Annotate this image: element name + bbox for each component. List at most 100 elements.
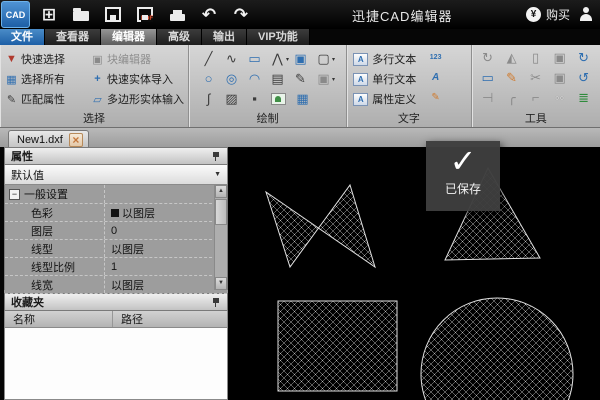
app-logo-icon[interactable]: CAD [1,1,30,28]
menu-tab-file[interactable]: 文件 [0,29,45,45]
group-label-text: 文字 [347,110,470,126]
print-button[interactable] [164,2,190,27]
collapse-icon[interactable]: − [9,189,20,200]
layers-icon[interactable]: ≣ [572,89,596,109]
close-tab-icon[interactable]: × [69,133,83,147]
property-row-layer[interactable]: 图层 0 [5,222,227,240]
document-tab[interactable]: New1.dxf × [8,130,89,148]
fillet-icon[interactable]: ╭ [500,89,524,109]
quick-entity-import-button[interactable]: +快速实体导入 [90,69,190,89]
drawing-canvas[interactable] [228,147,600,400]
singleline-text-icon: A [353,73,368,86]
insert-block-icon[interactable]: ▣ [289,50,312,68]
rectangle-icon[interactable]: ▭ [243,50,266,68]
pdf-tag: PDF [141,16,153,22]
property-row-linetype-scale[interactable]: 线型比例 1 [5,258,227,276]
multiline-text-button[interactable]: A多行文本 [353,49,470,69]
scroll-up-icon[interactable]: ▲ [215,185,227,198]
redo-button[interactable]: ↷ [228,2,254,27]
offset-icon[interactable]: ▯ [524,49,548,69]
image-icon[interactable] [271,93,286,105]
save-button[interactable] [100,2,126,27]
group-label-draw: 绘制 [189,110,346,126]
shape-bowtie[interactable] [266,185,375,267]
document-tab-label: New1.dxf [17,134,63,146]
attribute-define-button[interactable]: A属性定义 [353,89,470,109]
property-row-lineweight[interactable]: 线宽 以图层 [5,276,227,294]
pen-icon[interactable]: ✎ [289,70,312,88]
point-icon[interactable]: ▪ [243,90,266,108]
rotate-back-icon[interactable]: ↺ [572,69,596,89]
favorites-column-name[interactable]: 名称 [5,311,113,327]
scroll-down-icon[interactable]: ▼ [215,277,227,290]
viewport-icon[interactable]: ▭ [476,69,500,89]
menu-tab-editor[interactable]: 编辑器 [101,29,157,45]
save-icon [105,7,121,22]
trim-icon[interactable]: ✂ [524,69,548,89]
preset-dropdown[interactable]: 默认值 ▼ [4,165,228,185]
property-group-row[interactable]: −一般设置 [5,185,227,204]
new-file-button[interactable]: ⊞ [36,2,62,27]
join-icon[interactable]: ⊣ [476,89,500,109]
polygon-entity-input-button[interactable]: ▱多边形实体输入 [90,89,190,109]
shape-rectangle[interactable] [278,301,397,391]
currency-icon: ¥ [526,7,541,22]
spellcheck-icon[interactable]: A [427,69,445,89]
dropdown-icon[interactable]: ▾ [332,76,335,83]
array-icon[interactable]: ▣ [548,69,572,89]
match-properties-button[interactable]: ✎匹配属性 [4,89,90,109]
menu-tab-viewer[interactable]: 查看器 [45,29,101,45]
pin-icon[interactable] [212,151,221,162]
menu-tab-advanced[interactable]: 高级 [157,29,202,45]
property-row-linetype[interactable]: 线型 以图层 [5,240,227,258]
sketch-icon[interactable]: ∿ [220,50,243,68]
ribbon-group-select: ▼快速选择 ▣块编辑器 ▦选择所有 +快速实体导入 ✎匹配属性 ▱多边形实体输入… [0,45,189,127]
rotate-icon[interactable]: ↻ [476,49,500,69]
menu-tab-vip[interactable]: VIP功能 [247,29,310,45]
chevron-down-icon: ▼ [214,171,221,178]
annotate-icon[interactable]: ✎ [500,69,524,89]
select-all-icon: ▦ [4,73,19,86]
quick-select-button[interactable]: ▼快速选择 [4,49,90,69]
donut-icon[interactable]: ◎ [220,70,243,88]
open-file-button[interactable] [68,2,94,27]
text-block-icon[interactable]: ▤ [266,70,289,88]
select-all-button[interactable]: ▦选择所有 [4,69,90,89]
shape-circle[interactable] [421,298,573,400]
block-editor-icon: ▣ [90,53,105,66]
scrollbar-thumb[interactable] [215,199,227,225]
account-icon[interactable] [578,7,594,22]
undo-icon: ↶ [202,6,216,23]
save-pdf-button[interactable]: PDF [132,2,158,27]
favorites-list[interactable] [4,328,228,400]
preset-value: 默认值 [11,167,44,183]
numbering-icon[interactable]: 123 [427,49,445,69]
mirror-icon[interactable]: ◭ [500,49,524,69]
pin-icon[interactable] [212,297,221,308]
redo-icon: ↷ [234,6,248,23]
menu-tab-output[interactable]: 输出 [202,29,247,45]
property-row-color[interactable]: 色彩 以图层 [5,204,227,222]
line-icon[interactable]: ╱ [197,50,220,68]
group-spheres-icon[interactable]: ◦◦ [548,89,572,109]
arc-icon[interactable]: ◠ [243,70,266,88]
spline-icon[interactable]: ∫ [197,90,220,108]
copy-icon[interactable]: ▣ [548,49,572,69]
favorites-column-path[interactable]: 路径 [113,311,143,327]
rotate-copy-icon[interactable]: ↻ [572,49,596,69]
printer-icon [170,14,185,21]
app-title: 迅捷CAD编辑器 [352,6,452,25]
color-swatch [111,209,119,217]
circle-icon[interactable]: ○ [197,70,220,88]
hatch-icon[interactable]: ▨ [220,90,243,108]
properties-scrollbar[interactable]: ▲ ▼ [214,185,227,290]
singleline-text-button[interactable]: A单行文本 [353,69,470,89]
ribbon: ▼快速选择 ▣块编辑器 ▦选择所有 +快速实体导入 ✎匹配属性 ▱多边形实体输入… [0,45,600,128]
buy-button[interactable]: 购买 [546,6,570,23]
table-icon[interactable]: ▦ [291,90,314,108]
menu-bar: 文件 查看器 编辑器 高级 输出 VIP功能 [0,29,600,45]
undo-button[interactable]: ↶ [196,2,222,27]
dropdown-icon[interactable]: ▾ [332,56,335,63]
chamfer-icon[interactable]: ⌐ [524,89,548,109]
edit-text-icon[interactable]: ✎ [427,89,445,109]
